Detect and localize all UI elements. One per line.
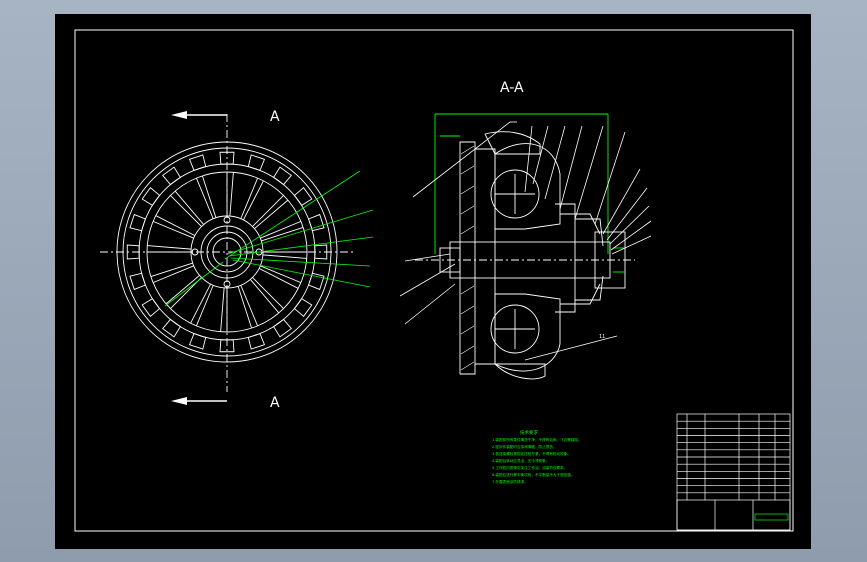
section-label-a-bottom: A xyxy=(270,395,280,411)
note-line: 1.装配前所有零件清洗干净，不得有毛刺、飞边等缺陷。 xyxy=(492,437,582,442)
note-line: 4.装配后转动应灵活，无卡滞现象。 xyxy=(492,458,549,463)
note-line: 5.工作腔内按规定加注工作油，油量符合要求。 xyxy=(492,465,567,470)
callout-11: 11 xyxy=(599,334,605,340)
notes-title: 技术要求 xyxy=(520,429,538,436)
note-line: 6.装配后进行静平衡试验，不平衡量不大于规定值。 xyxy=(492,472,575,477)
section-label-a-top: A xyxy=(270,109,280,125)
cad-viewport[interactable]: A A A-A 11 技术要求 1.装配前所有零件清洗干净，不得有毛刺、飞边等缺… xyxy=(0,0,867,562)
note-line: 2.密封件装配时应涂润滑脂，防止损伤。 xyxy=(492,444,557,449)
drawing-sheet: A A A-A 11 技术要求 1.装配前所有零件清洗干净，不得有毛刺、飞边等缺… xyxy=(55,14,811,549)
note-line: 3.各连接螺栓按规定扭矩拧紧，不得有松动现象。 xyxy=(492,451,571,456)
note-line: 7.外露表面涂防锈漆。 xyxy=(492,479,528,484)
section-title: A-A xyxy=(500,80,524,96)
sheet-background xyxy=(55,14,811,549)
